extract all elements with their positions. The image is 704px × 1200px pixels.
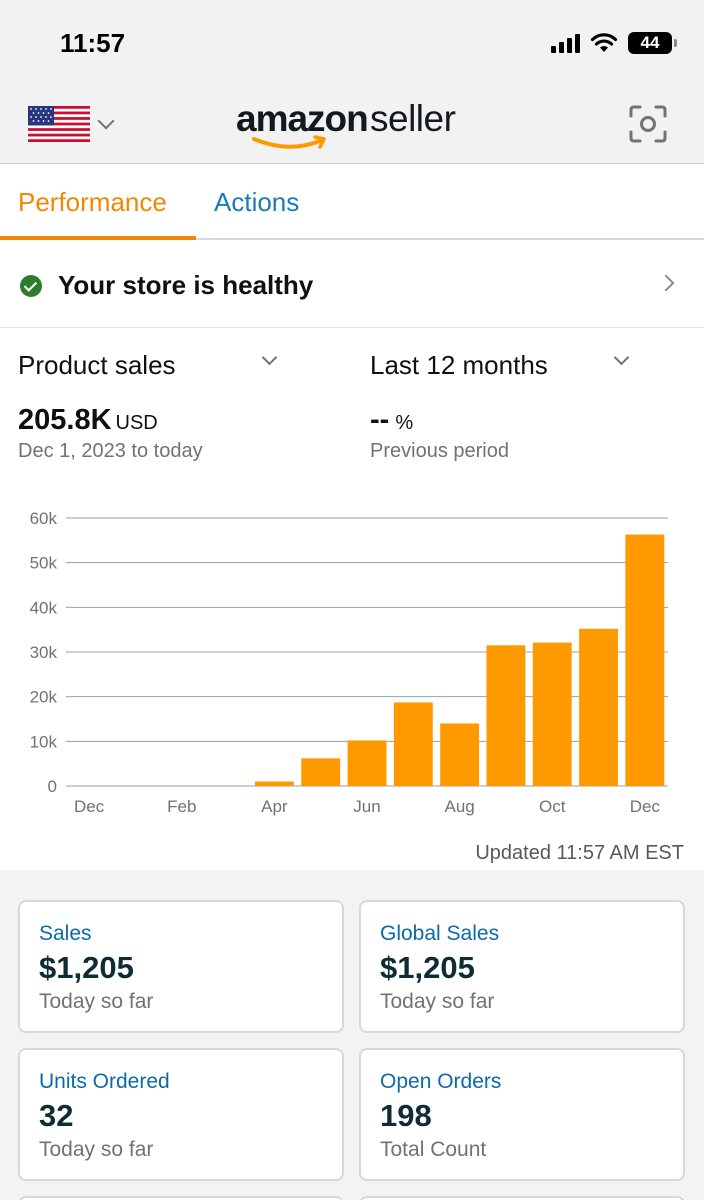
y-tick-label: 60k bbox=[30, 509, 58, 528]
wifi-icon bbox=[590, 33, 618, 52]
tab-bar: Performance Actions bbox=[0, 165, 704, 240]
marketplace-selector[interactable] bbox=[28, 106, 115, 142]
card-title: Sales bbox=[39, 922, 92, 945]
chart-bar bbox=[254, 781, 294, 786]
store-health-text: Your store is healthy bbox=[58, 270, 314, 300]
global-sales-card[interactable]: Global Sales $1,205 Today so far bbox=[359, 900, 685, 1033]
partial-card[interactable] bbox=[359, 1196, 685, 1200]
card-value: 198 bbox=[380, 1098, 432, 1133]
card-title: Units Ordered bbox=[39, 1070, 170, 1093]
y-tick-label: 30k bbox=[30, 643, 58, 662]
y-tick-label: 0 bbox=[48, 777, 57, 796]
x-tick-label: Dec bbox=[74, 797, 105, 816]
card-title: Global Sales bbox=[380, 922, 500, 945]
card-caption: Today so far bbox=[380, 990, 495, 1013]
status-time: 11:57 bbox=[60, 28, 126, 58]
x-tick-label: Dec bbox=[630, 797, 661, 816]
battery-icon: 44 bbox=[628, 32, 677, 54]
sales-card[interactable]: Sales $1,205 Today so far bbox=[18, 900, 344, 1033]
app-header: amazon seller bbox=[0, 90, 704, 164]
y-tick-label: 40k bbox=[30, 598, 58, 617]
chart-bar bbox=[532, 642, 572, 786]
check-circle-icon bbox=[20, 275, 42, 297]
card-title: Open Orders bbox=[380, 1070, 502, 1093]
metrics-cards-area: Sales $1,205 Today so far Global Sales $… bbox=[0, 870, 704, 1200]
card-value: $1,205 bbox=[380, 950, 475, 985]
status-bar: 11:57 44 bbox=[0, 0, 704, 90]
sales-bar-chart: 0 10k 20k 30k 40k 50k 60k Dec Feb Apr Jun Aug Oct Dec bbox=[30, 509, 668, 816]
previous-period-caption: Previous period bbox=[370, 440, 509, 462]
y-tick-label: 50k bbox=[30, 554, 58, 573]
x-tick-label: Aug bbox=[444, 797, 474, 816]
card-value: 32 bbox=[39, 1098, 74, 1133]
cellular-signal-icon bbox=[551, 33, 580, 53]
sales-total-value: 205.8K bbox=[18, 404, 112, 436]
date-range: Dec 1, 2023 to today bbox=[18, 440, 203, 462]
card-value: $1,205 bbox=[39, 950, 134, 985]
chart-bar bbox=[486, 645, 526, 786]
card-caption: Today so far bbox=[39, 990, 154, 1013]
card-caption: Today so far bbox=[39, 1138, 154, 1161]
chevron-down-icon[interactable] bbox=[261, 349, 278, 366]
amazon-seller-logo: amazon seller bbox=[236, 98, 476, 158]
sales-total: 205.8K USD bbox=[18, 404, 158, 437]
x-tick-label: Jun bbox=[353, 797, 380, 816]
y-tick-label: 20k bbox=[30, 688, 58, 707]
sales-total-unit: USD bbox=[115, 412, 158, 434]
metric-dropdown[interactable]: Product sales bbox=[18, 350, 176, 381]
amazon-smile-icon bbox=[252, 135, 326, 149]
us-flag-icon bbox=[28, 106, 90, 142]
period-change-value: -- bbox=[370, 404, 390, 436]
partial-card[interactable] bbox=[18, 1196, 344, 1200]
updated-timestamp: Updated 11:57 AM EST bbox=[475, 842, 684, 864]
chart-bar bbox=[347, 740, 387, 786]
store-health-row[interactable]: Your store is healthy bbox=[0, 240, 704, 328]
y-tick-label: 10k bbox=[30, 732, 58, 751]
chart-bar bbox=[625, 534, 665, 786]
chevron-down-icon bbox=[97, 112, 115, 130]
chart-bar bbox=[579, 628, 618, 786]
chart-bar bbox=[301, 758, 341, 786]
chevron-right-icon bbox=[657, 274, 675, 292]
period-change: --% bbox=[370, 404, 413, 437]
scan-icon[interactable] bbox=[628, 104, 668, 144]
status-icons: 44 bbox=[551, 32, 677, 54]
logo-seller-word: seller bbox=[370, 98, 456, 139]
units-ordered-card[interactable]: Units Ordered 32 Today so far bbox=[18, 1048, 344, 1181]
chart-bar bbox=[440, 723, 480, 786]
tab-actions[interactable]: Actions bbox=[214, 187, 299, 218]
x-tick-label: Oct bbox=[539, 797, 566, 816]
open-orders-card[interactable]: Open Orders 198 Total Count bbox=[359, 1048, 685, 1181]
card-caption: Total Count bbox=[380, 1138, 487, 1161]
chevron-down-icon[interactable] bbox=[613, 349, 630, 366]
x-tick-label: Feb bbox=[167, 797, 196, 816]
tab-performance[interactable]: Performance bbox=[18, 187, 167, 218]
x-tick-label: Apr bbox=[261, 797, 288, 816]
chart-bar bbox=[393, 702, 433, 786]
period-dropdown[interactable]: Last 12 months bbox=[370, 350, 548, 381]
period-change-unit: % bbox=[395, 412, 414, 434]
